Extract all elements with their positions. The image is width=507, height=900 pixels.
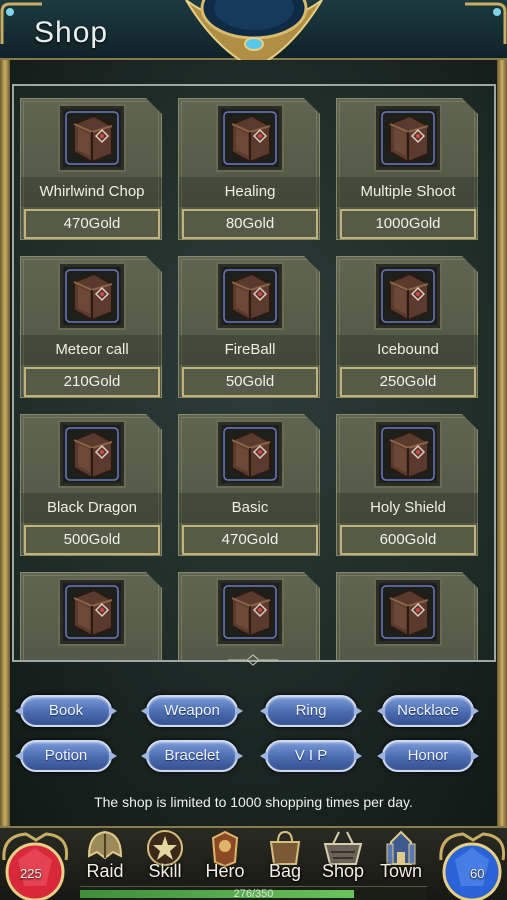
skill-book-icon (58, 104, 126, 172)
skill-book-icon (58, 578, 126, 646)
category-necklace-button[interactable]: Necklace (382, 695, 474, 727)
category-weapon-button[interactable]: Weapon (146, 695, 238, 727)
nav-hero-label: Hero (205, 861, 245, 881)
shop-item-card[interactable]: Icebound 250Gold (336, 256, 478, 398)
category-book-button[interactable]: Book (20, 695, 112, 727)
nav-bag-button[interactable]: Bag (256, 828, 314, 882)
shop-item-card[interactable]: Black Dragon 500Gold (20, 414, 162, 556)
nav-town-button[interactable]: Town (372, 828, 430, 882)
shop-item-name: Multiple Shoot (337, 177, 478, 207)
shop-item-card[interactable] (178, 572, 320, 660)
shop-item-price-button[interactable]: 250Gold (340, 367, 476, 397)
panel-divider-ornament-icon (228, 654, 278, 666)
shop-item-card[interactable]: Multiple Shoot 1000Gold (336, 98, 478, 240)
corner-ornament-icon (465, 2, 507, 44)
shop-limit-notice: The shop is limited to 1000 shopping tim… (94, 794, 413, 810)
shop-item-price-button[interactable]: 470Gold (24, 209, 160, 239)
experience-text: 276/350 (233, 888, 274, 900)
category-honor-button[interactable]: Honor (382, 740, 474, 772)
skill-book-icon (374, 420, 442, 488)
nav-shop-label: Shop (321, 861, 365, 881)
frame-border-right (497, 60, 507, 840)
mana-orb-value: 60 (470, 866, 485, 881)
nav-bag-label: Bag (268, 861, 302, 881)
mana-orb-icon (439, 832, 506, 900)
shop-item-card[interactable]: Meteor call 210Gold (20, 256, 162, 398)
skill-book-icon (216, 578, 284, 646)
shop-item-name: Icebound (337, 335, 478, 365)
shop-item-name: Whirlwind Chop (21, 177, 162, 207)
shop-item-price-button[interactable]: 1000Gold (340, 209, 476, 239)
category-bracelet-button[interactable]: Bracelet (146, 740, 238, 772)
shop-item-price-button[interactable]: 50Gold (182, 367, 318, 397)
shop-item-grid[interactable]: Whirlwind Chop 470Gold Healing 80Gold Multip… (12, 84, 496, 662)
category-potion-button[interactable]: Potion (20, 740, 112, 772)
experience-bar: 276/350 (80, 886, 427, 900)
skill-book-icon (374, 262, 442, 330)
skill-book-icon (216, 420, 284, 488)
category-ring-button[interactable]: Ring (265, 695, 357, 727)
nav-raid-label: Raid (86, 861, 124, 881)
shop-item-price-button[interactable]: 500Gold (24, 525, 160, 555)
shop-item-name: Basic (179, 493, 320, 523)
page-title: Shop (34, 16, 109, 49)
skill-book-icon (374, 578, 442, 646)
shop-item-card[interactable] (20, 572, 162, 660)
category-vip-button[interactable]: V I P (265, 740, 357, 772)
shop-item-card[interactable] (336, 572, 478, 660)
skill-book-icon (58, 262, 126, 330)
skill-book-icon (374, 104, 442, 172)
shop-item-card[interactable]: FireBall 50Gold (178, 256, 320, 398)
skill-book-icon (216, 262, 284, 330)
shop-item-price-button[interactable]: 80Gold (182, 209, 318, 239)
nav-skill-button[interactable]: Skill (136, 828, 194, 882)
shop-item-price-button[interactable]: 210Gold (24, 367, 160, 397)
shop-item-price-button[interactable]: 470Gold (182, 525, 318, 555)
shop-item-card[interactable]: Whirlwind Chop 470Gold (20, 98, 162, 240)
nav-town-label: Town (379, 861, 423, 881)
nav-skill-label: Skill (148, 861, 182, 881)
health-orb-value: 225 (20, 866, 42, 881)
nav-shop-button[interactable]: Shop (314, 828, 372, 882)
shop-item-card[interactable]: Basic 470Gold (178, 414, 320, 556)
shop-item-card[interactable]: Healing 80Gold (178, 98, 320, 240)
shop-item-name: Holy Shield (337, 493, 478, 523)
frame-border-left (0, 60, 10, 840)
skill-book-icon (216, 104, 284, 172)
shop-item-name: Healing (179, 177, 320, 207)
shop-item-card[interactable]: Holy Shield 600Gold (336, 414, 478, 556)
nav-hero-button[interactable]: Hero (196, 828, 254, 882)
shop-item-price-button[interactable]: 600Gold (340, 525, 476, 555)
shop-item-name: Black Dragon (21, 493, 162, 523)
skill-book-icon (58, 420, 126, 488)
nav-raid-button[interactable]: Raid (76, 828, 134, 882)
shop-item-name: FireBall (179, 335, 320, 365)
health-orb-icon (2, 832, 69, 900)
shop-item-name: Meteor call (21, 335, 162, 365)
